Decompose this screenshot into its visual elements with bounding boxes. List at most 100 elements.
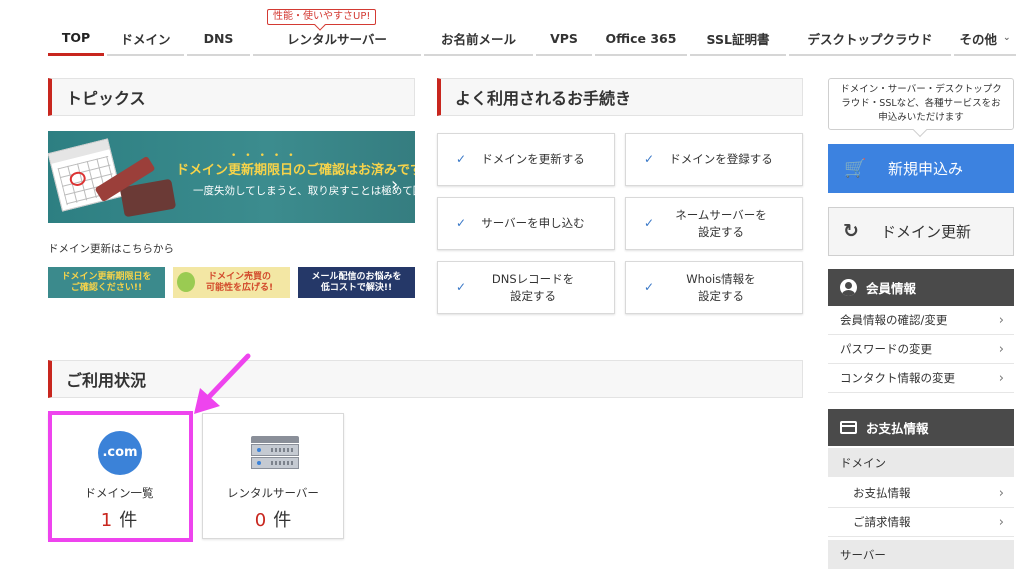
- nav-ssl[interactable]: SSL証明書: [690, 22, 786, 56]
- check-icon: ✓: [644, 279, 655, 294]
- mini-banner-mail[interactable]: メール配信のお悩みを 低コストで解決!!: [298, 267, 415, 298]
- new-application-button[interactable]: 🛒 新規申込み: [828, 144, 1014, 193]
- count-number: 0: [254, 510, 267, 531]
- count-number: 1: [100, 510, 113, 531]
- server-icon: [251, 436, 299, 469]
- chevron-right-icon: ›: [998, 486, 1004, 501]
- button-label: ドメイン更新: [881, 223, 972, 241]
- nav-label: SSL証明書: [706, 31, 770, 47]
- cart-icon: 🛒: [844, 158, 867, 179]
- payment-group-server: サーバー: [828, 540, 1014, 569]
- card-label: レンタルサーバー: [227, 486, 319, 500]
- count-unit: 件: [119, 510, 138, 531]
- count-unit: 件: [273, 510, 292, 531]
- nav-onamae-mail[interactable]: お名前メール: [424, 22, 533, 56]
- nav-office365[interactable]: Office 365: [595, 22, 687, 56]
- coin-icon: [177, 272, 195, 292]
- card-label: ドメイン一覧: [84, 486, 154, 500]
- card-count: 0件: [203, 506, 343, 532]
- nav-label: ドメイン: [120, 31, 171, 47]
- nav-label: DNS: [203, 30, 234, 46]
- rental-server-card[interactable]: レンタルサーバー 0件: [202, 413, 344, 539]
- chevron-right-icon: ›: [998, 313, 1004, 328]
- menu-label: 会員情報の確認/変更: [840, 313, 948, 327]
- register-domain-button[interactable]: ✓ ドメインを登録する: [625, 133, 803, 186]
- button-label: 新規申込み: [888, 160, 964, 178]
- member-info-edit-link[interactable]: 会員情報の確認/変更 ›: [828, 306, 1014, 335]
- check-icon: ✓: [456, 279, 467, 294]
- nav-label: TOP: [61, 30, 91, 45]
- procedure-label: ドメインを更新する: [481, 152, 585, 166]
- nav-label: お名前メール: [440, 31, 516, 47]
- renew-link-text[interactable]: ドメイン更新はこちらから: [48, 241, 174, 256]
- domain-expiry-banner[interactable]: ••••• ドメイン更新期限日のご確認はお済みですか? 一度失効してしまうと、取…: [48, 131, 415, 223]
- nav-vps[interactable]: VPS: [536, 22, 592, 56]
- nameserver-settings-button[interactable]: ✓ ネームサーバーを 設定する: [625, 197, 803, 250]
- nav-label: Office 365: [605, 30, 677, 46]
- nav-label: VPS: [550, 30, 578, 46]
- menu-label: お支払情報: [853, 486, 911, 500]
- user-icon: [840, 279, 857, 296]
- credit-card-icon: [840, 421, 857, 434]
- payment-info-header: お支払情報: [828, 409, 1014, 446]
- mini-banner-text: ドメイン売買の 可能性を広げる!: [205, 271, 274, 293]
- banner-subtitle: 一度失効してしまうと、取り戻すことは極めて困難です。: [193, 185, 415, 197]
- password-change-link[interactable]: パスワードの変更 ›: [828, 335, 1014, 364]
- whois-settings-button[interactable]: ✓ Whois情報を 設定する: [625, 261, 803, 314]
- nav-rental-server[interactable]: レンタルサーバー: [253, 22, 421, 56]
- usage-header: ご利用状況: [48, 360, 803, 398]
- top-nav: TOP ドメイン DNS レンタルサーバー お名前メール VPS Office …: [48, 22, 1016, 56]
- chevron-right-icon: ›: [998, 371, 1004, 386]
- nav-label: デスクトップクラウド: [807, 31, 933, 47]
- chevron-right-icon: ›: [998, 515, 1004, 530]
- member-info-header: 会員情報: [828, 269, 1014, 306]
- menu-label: コンタクト情報の変更: [840, 371, 955, 385]
- nav-label: レンタルサーバー: [287, 31, 387, 47]
- procedure-label: DNSレコードを 設定する: [491, 271, 575, 303]
- chevron-down-icon: ⌄: [1002, 33, 1011, 43]
- chevron-right-icon: ›: [998, 342, 1004, 357]
- procedure-label: Whois情報を 設定する: [686, 271, 756, 303]
- mini-banner-expiry[interactable]: ドメイン更新期限日を ご確認ください!!: [48, 267, 165, 298]
- service-info-bubble: ドメイン・サーバー・デスクトップクラウド・SSLなど、各種サービスをお申込みいた…: [828, 78, 1014, 130]
- nav-dns[interactable]: DNS: [187, 22, 250, 56]
- nav-desktop-cloud[interactable]: デスクトップクラウド: [789, 22, 951, 56]
- refresh-icon: ↻: [843, 220, 859, 242]
- check-icon: ✓: [644, 215, 655, 230]
- check-icon: ✓: [456, 215, 467, 230]
- procedure-label: ドメインを登録する: [669, 152, 773, 166]
- topics-header: トピックス: [48, 78, 415, 116]
- nav-more[interactable]: その他 ⌄: [954, 22, 1016, 56]
- banner-title: ドメイン更新期限日のご確認はお済みですか?: [176, 163, 415, 178]
- nav-top[interactable]: TOP: [48, 22, 104, 56]
- payment-group-domain: ドメイン: [828, 448, 1014, 477]
- domain-renew-button[interactable]: ↻ ドメイン更新: [828, 207, 1014, 256]
- nav-label: その他: [959, 31, 997, 47]
- mini-banner-text: メール配信のお悩みを 低コストで解決!!: [311, 271, 402, 293]
- renew-domain-button[interactable]: ✓ ドメインを更新する: [437, 133, 615, 186]
- nav-domain[interactable]: ドメイン: [107, 22, 184, 56]
- page: TOP ドメイン DNS レンタルサーバー お名前メール VPS Office …: [0, 0, 1024, 570]
- banner-next-icon[interactable]: ›: [391, 174, 398, 195]
- procedure-label: サーバーを申し込む: [481, 216, 585, 230]
- procedures-header: よく利用されるお手続き: [437, 78, 803, 116]
- mini-banner-domain-trade[interactable]: ドメイン売買の 可能性を広げる!: [173, 267, 290, 298]
- domain-payment-info-link[interactable]: お支払情報 ›: [828, 479, 1014, 508]
- menu-label: ご請求情報: [853, 515, 911, 529]
- menu-label: パスワードの変更: [840, 342, 932, 356]
- contact-info-change-link[interactable]: コンタクト情報の変更 ›: [828, 364, 1014, 393]
- calendar-icon: [48, 138, 123, 212]
- promo-badge: 性能・使いやすさUP!: [267, 9, 377, 25]
- section-title: 会員情報: [866, 281, 917, 296]
- section-title: お支払情報: [866, 421, 929, 436]
- check-icon: ✓: [456, 151, 467, 166]
- domain-list-card[interactable]: .com ドメイン一覧 1件: [48, 413, 190, 539]
- dns-record-settings-button[interactable]: ✓ DNSレコードを 設定する: [437, 261, 615, 314]
- check-icon: ✓: [644, 151, 655, 166]
- apply-server-button[interactable]: ✓ サーバーを申し込む: [437, 197, 615, 250]
- dot-com-icon: .com: [98, 431, 142, 475]
- procedure-label: ネームサーバーを 設定する: [675, 207, 767, 239]
- domain-billing-info-link[interactable]: ご請求情報 ›: [828, 508, 1014, 537]
- card-count: 1件: [49, 506, 189, 532]
- mini-banner-text: ドメイン更新期限日を ご確認ください!!: [61, 271, 152, 293]
